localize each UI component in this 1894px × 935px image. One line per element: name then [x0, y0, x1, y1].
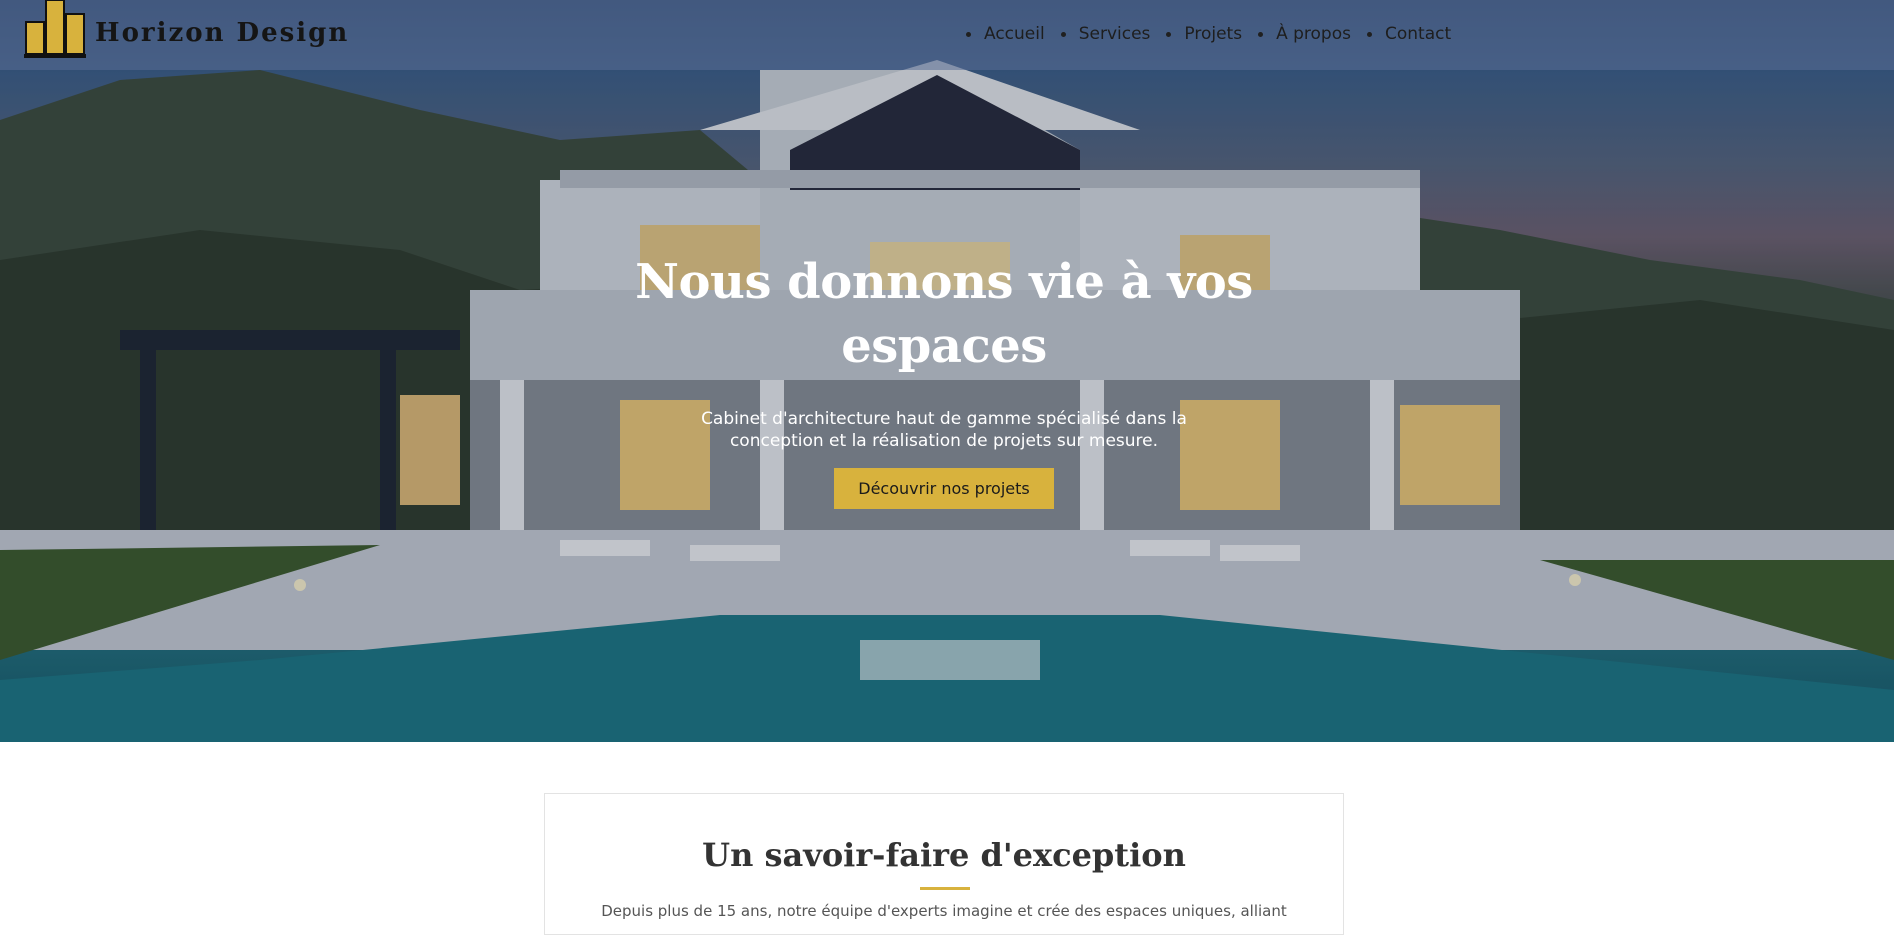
bullet-dot-icon [966, 31, 971, 37]
nav-item-accueil[interactable]: Accueil [966, 24, 1045, 44]
bullet-dot-icon [1166, 31, 1172, 37]
nav-link-contact[interactable]: Contact [1385, 24, 1451, 44]
nav-link-accueil[interactable]: Accueil [984, 24, 1045, 44]
hero-section: Nous donnons vie à vos espaces Cabinet d… [0, 0, 1894, 742]
bullet-dot-icon [1258, 31, 1264, 37]
about-divider [920, 887, 970, 890]
discover-projects-button[interactable]: Découvrir nos projets [834, 468, 1054, 509]
nav-item-a-propos[interactable]: À propos [1258, 24, 1351, 44]
brand-name[interactable]: Horizon Design [95, 18, 349, 48]
bullet-dot-icon [1366, 31, 1372, 37]
nav-link-projets[interactable]: Projets [1184, 24, 1242, 44]
logo[interactable] [24, 0, 86, 58]
about-title: Un savoir-faire d'exception [702, 836, 1186, 874]
nav-item-services[interactable]: Services [1060, 24, 1151, 44]
site-header: Horizon Design Accueil Services Projets … [0, 0, 1894, 70]
bullet-dot-icon [1060, 31, 1066, 37]
nav-item-contact[interactable]: Contact [1366, 24, 1451, 44]
nav-link-services[interactable]: Services [1079, 24, 1151, 44]
main-nav: Accueil Services Projets À propos Contac… [966, 24, 1467, 44]
nav-item-projets[interactable]: Projets [1166, 24, 1242, 44]
about-text: Depuis plus de 15 ans, notre équipe d'ex… [601, 902, 1287, 920]
hero-content: Nous donnons vie à vos espaces Cabinet d… [620, 250, 1268, 509]
hero-title: Nous donnons vie à vos espaces [635, 254, 1253, 374]
nav-link-a-propos[interactable]: À propos [1276, 24, 1351, 44]
building-logo-icon [24, 0, 86, 58]
hero-subtitle: Cabinet d'architecture haut de gamme spé… [701, 409, 1187, 451]
